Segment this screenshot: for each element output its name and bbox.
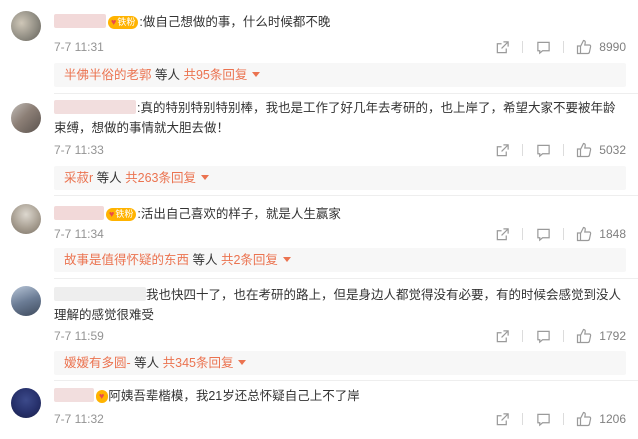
divider [563, 41, 564, 53]
caret-down-icon[interactable] [238, 360, 247, 365]
thumbs-up-icon[interactable] [576, 411, 592, 427]
divider [563, 144, 564, 156]
share-icon[interactable] [494, 328, 510, 344]
comment-actions: 1848 [494, 226, 626, 242]
caret-down-icon[interactable] [282, 257, 291, 262]
comment-text: ♥铁粉:活出自己喜欢的样子，就是人生赢家 [54, 204, 626, 224]
reply-count[interactable]: 共2条回复 [221, 253, 278, 267]
thumbs-up-icon[interactable] [576, 226, 592, 242]
comment-icon[interactable] [535, 411, 551, 427]
like-count: 8990 [599, 40, 626, 54]
username-redacted[interactable] [54, 206, 104, 220]
share-icon[interactable] [494, 39, 510, 55]
reply-user[interactable]: 故事是值得怀疑的东西 [64, 253, 189, 267]
divider [54, 278, 638, 279]
like-count: 1792 [599, 329, 626, 343]
comment-icon[interactable] [535, 328, 551, 344]
thumbs-up-icon[interactable] [576, 39, 592, 55]
like-count: 5032 [599, 143, 626, 157]
comment-meta: 7-7 11:32 1206 [54, 411, 626, 427]
comment-actions: 5032 [494, 142, 626, 158]
divider [563, 330, 564, 342]
reply-summary[interactable]: 嫒嫒有多圆- 等人 共345条回复 [54, 351, 626, 375]
username-redacted[interactable] [54, 100, 136, 114]
reply-user[interactable]: 采菽r [64, 171, 93, 185]
timestamp: 7-7 11:32 [54, 412, 104, 426]
comment-actions: 1206 [494, 411, 626, 427]
timestamp: 7-7 11:59 [54, 329, 104, 343]
divider [54, 380, 638, 381]
divider [522, 330, 523, 342]
heart-icon: ♥ [111, 17, 117, 27]
like-count: 1206 [599, 412, 626, 426]
divider [522, 413, 523, 425]
thumbs-up-icon[interactable] [576, 328, 592, 344]
comment-actions: 8990 [494, 39, 626, 55]
divider [54, 93, 638, 94]
avatar[interactable] [11, 286, 41, 316]
reply-user[interactable]: 半佛半俗的老郭 [64, 68, 152, 82]
timestamp: 7-7 11:31 [54, 40, 104, 54]
comment-text: 我也快四十了，也在考研的路上，但是身边人都觉得没有必要，有的时候会感觉到没人 理解… [54, 287, 622, 322]
heart-icon: ♥ [109, 209, 115, 219]
timestamp: 7-7 11:33 [54, 143, 104, 157]
fan-badge: ♥铁粉 [106, 208, 137, 221]
username-redacted[interactable] [54, 14, 106, 28]
share-icon[interactable] [494, 226, 510, 242]
comment-text: ♥铁粉:做自己想做的事，什么时候都不晚 [54, 12, 626, 32]
reply-count[interactable]: 共263条回复 [125, 171, 196, 185]
avatar[interactable] [11, 388, 41, 418]
comment-icon[interactable] [535, 142, 551, 158]
divider [563, 228, 564, 240]
divider [522, 144, 523, 156]
divider [522, 228, 523, 240]
reply-count[interactable]: 共345条回复 [163, 356, 234, 370]
share-icon[interactable] [494, 411, 510, 427]
comment-meta: 7-7 11:59 1792 [54, 328, 626, 344]
comment-list: ♥铁粉:做自己想做的事，什么时候都不晚 7-7 11:31 8990 半佛半俗的… [0, 0, 638, 439]
divider [563, 413, 564, 425]
avatar[interactable] [11, 204, 41, 234]
heart-icon: ♥ [99, 391, 105, 401]
caret-down-icon[interactable] [252, 72, 261, 77]
comment-actions: 1792 [494, 328, 626, 344]
reply-summary[interactable]: 采菽r 等人 共263条回复 [54, 166, 626, 190]
reply-count[interactable]: 共95条回复 [183, 68, 247, 82]
timestamp: 7-7 11:34 [54, 227, 104, 241]
comment-text: ♥ 阿姨吾辈楷模，我21岁还总怀疑自己上不了岸 [54, 386, 626, 406]
reply-summary[interactable]: 故事是值得怀疑的东西 等人 共2条回复 [54, 248, 626, 272]
reply-user[interactable]: 嫒嫒有多圆- [64, 356, 131, 370]
comment-icon[interactable] [535, 39, 551, 55]
share-icon[interactable] [494, 142, 510, 158]
fan-badge: ♥ [96, 390, 109, 403]
divider [54, 195, 638, 196]
comment-meta: 7-7 11:33 5032 [54, 142, 626, 158]
comment-meta: 7-7 11:31 8990 [54, 39, 626, 55]
username-redacted[interactable] [54, 287, 146, 301]
username-redacted[interactable] [54, 388, 94, 402]
avatar[interactable] [11, 11, 41, 41]
like-count: 1848 [599, 227, 626, 241]
comment-text: :真的特别特别特别棒，我也是工作了好几年去考研的，也上岸了，希望大家不要被年龄束… [54, 100, 616, 135]
avatar[interactable] [11, 103, 41, 133]
comment-icon[interactable] [535, 226, 551, 242]
reply-summary[interactable]: 半佛半俗的老郭 等人 共95条回复 [54, 63, 626, 87]
comment-meta: 7-7 11:34 1848 [54, 226, 626, 242]
thumbs-up-icon[interactable] [576, 142, 592, 158]
caret-down-icon[interactable] [200, 175, 209, 180]
fan-badge: ♥铁粉 [108, 16, 139, 29]
divider [522, 41, 523, 53]
